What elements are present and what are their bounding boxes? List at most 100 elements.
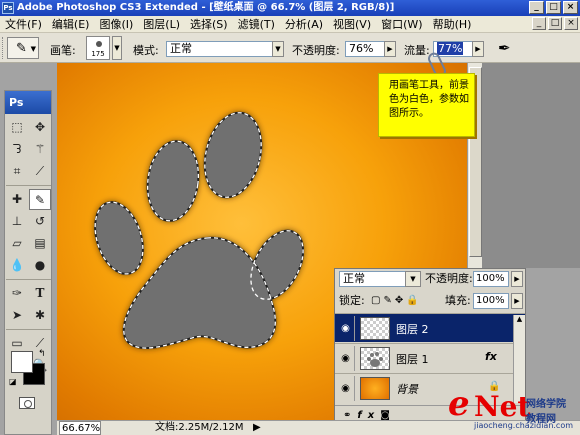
eyedropper-icon[interactable]: ⟋ — [29, 161, 51, 182]
brush-picker[interactable]: 175 — [86, 36, 110, 60]
layer-opacity-label: 不透明度: — [425, 272, 473, 285]
dodge-icon[interactable]: ● — [29, 255, 51, 276]
brush-tip-preview — [96, 41, 102, 47]
fx-icon[interactable]: fx — [485, 350, 497, 363]
instruction-text: 用画笔工具，前景色为白色，参数如图所示。 — [389, 80, 469, 119]
lock-icons[interactable]: ▢✎✥🔒 — [371, 293, 422, 309]
flow-slider-button[interactable]: ▶ — [472, 41, 484, 57]
layer-thumbnail — [360, 317, 390, 340]
shape-icon[interactable]: ✱ — [29, 305, 51, 326]
menu-bar: 文件(F) 编辑(E) 图像(I) 图层(L) 选择(S) 滤镜(T) 分析(A… — [0, 16, 580, 33]
menu-filter[interactable]: 滤镜(T) — [233, 16, 280, 33]
doc-close-button[interactable]: × — [564, 17, 578, 30]
options-grip[interactable] — [2, 37, 5, 59]
brush-dropdown-button[interactable]: ▼ — [112, 36, 122, 60]
minimize-button[interactable]: _ — [529, 1, 544, 14]
crop-icon[interactable]: ⌗ — [6, 161, 28, 182]
fill-label: 填充: — [445, 294, 471, 307]
eye-icon[interactable]: ◉ — [337, 316, 355, 341]
paw-toe-2 — [203, 111, 263, 199]
mode-select[interactable]: 正常 — [166, 41, 284, 57]
toolbox: Ps ⬚ ✥ ᘊ ⚚ ⌗ ⟋ ✚ ✎ ⊥ ↺ ▱ ▤ 💧 ● ✑ T ➤ ✱ ▭… — [4, 90, 52, 435]
opacity-label: 不透明度: — [292, 44, 340, 57]
blur-icon[interactable]: 💧 — [6, 255, 28, 276]
eraser-icon[interactable]: ▱ — [6, 233, 28, 254]
swap-colors-icon[interactable]: ↰ — [38, 349, 46, 359]
menu-edit[interactable]: 编辑(E) — [47, 16, 95, 33]
brush-tool-icon[interactable]: ✎ — [29, 189, 51, 210]
menu-file[interactable]: 文件(F) — [0, 16, 47, 33]
watermark-url: jiaocheng.chazidian.com — [474, 421, 574, 430]
mode-label: 模式: — [133, 44, 159, 57]
tool-preset-picker[interactable]: ✎ ▼ — [7, 37, 39, 59]
window-title: Adobe Photoshop CS3 Extended - [壁纸桌面 @ 6… — [17, 2, 395, 13]
menu-select[interactable]: 选择(S) — [185, 16, 233, 33]
opacity-field[interactable]: 76% — [345, 41, 385, 57]
doc-minimize-button[interactable]: _ — [532, 17, 546, 30]
layer-thumbnail — [360, 377, 390, 400]
fill-slider-button[interactable]: ▶ — [511, 293, 523, 309]
foreground-color-swatch[interactable] — [11, 351, 33, 373]
brush-size: 175 — [91, 50, 105, 58]
title-bar: Ps Adobe Photoshop CS3 Extended - [壁纸桌面 … — [0, 0, 580, 16]
stamp-icon[interactable]: ⊥ — [6, 211, 28, 232]
eye-icon[interactable]: ◉ — [337, 376, 355, 401]
watermark-e: e — [448, 384, 470, 424]
doc-restore-button[interactable]: □ — [548, 17, 562, 30]
type-icon[interactable]: T — [29, 283, 51, 304]
quick-mask-button[interactable] — [19, 397, 35, 409]
paw-toe-1 — [146, 140, 200, 222]
history-brush-icon[interactable]: ↺ — [29, 211, 51, 232]
layer-row[interactable]: ◉ 图层 1 fx — [335, 343, 525, 372]
options-bar: ✎ ▼ 画笔: 175 ▼ 模式: 正常 ▼ 不透明度: 76% ▶ 流量: 7… — [0, 33, 580, 63]
workspace-background — [482, 63, 580, 268]
watermark-net: Net — [474, 390, 531, 423]
magic-wand-icon[interactable]: ⚚ — [29, 139, 51, 160]
flow-label: 流量: — [404, 44, 430, 57]
mode-dropdown-button[interactable]: ▼ — [272, 41, 284, 57]
layer-name: 背景 — [396, 383, 418, 396]
app-icon: Ps — [2, 2, 14, 14]
instruction-note: 用画笔工具，前景色为白色，参数如图所示。 — [378, 73, 475, 137]
layer-name: 图层 1 — [396, 353, 429, 366]
brush-icon: ✎ — [16, 41, 27, 56]
eye-icon[interactable]: ◉ — [337, 346, 355, 371]
gradient-icon[interactable]: ▤ — [29, 233, 51, 254]
paw-thumb-icon — [367, 352, 383, 367]
layer-name: 图层 2 — [396, 323, 429, 336]
marquee-icon[interactable]: ⬚ — [6, 117, 28, 138]
zoom-field[interactable]: 66.67% — [59, 421, 101, 435]
paw-pad — [122, 236, 277, 349]
chevron-down-icon: ▼ — [30, 45, 36, 53]
menu-help[interactable]: 帮助(H) — [428, 16, 477, 33]
lock-label: 锁定: — [339, 294, 365, 307]
blend-mode-dropdown-button[interactable]: ▼ — [405, 271, 421, 287]
site-watermark: e Net 网络学院 教程网 jiaocheng.chazidian.com — [448, 384, 580, 435]
healing-icon[interactable]: ✚ — [6, 189, 28, 210]
default-colors-icon[interactable]: ◪ — [9, 377, 17, 386]
menu-analysis[interactable]: 分析(A) — [280, 16, 328, 33]
menu-view[interactable]: 视图(V) — [328, 16, 376, 33]
path-select-icon[interactable]: ➤ — [6, 305, 28, 326]
layer-opacity-field[interactable]: 100% — [473, 271, 509, 287]
menu-image[interactable]: 图像(I) — [94, 16, 138, 33]
menu-window[interactable]: 窗口(W) — [376, 16, 427, 33]
flow-value: 77% — [437, 42, 464, 55]
fill-field[interactable]: 100% — [473, 293, 509, 309]
pen-icon[interactable]: ✑ — [6, 283, 28, 304]
scroll-up-icon[interactable]: ▲ — [514, 315, 525, 326]
opacity-slider-button[interactable]: ▶ — [384, 41, 396, 57]
toolbox-header: Ps — [5, 91, 51, 114]
move-icon[interactable]: ✥ — [29, 117, 51, 138]
maximize-button[interactable]: □ — [546, 1, 561, 14]
close-button[interactable]: × — [563, 1, 578, 14]
airbrush-icon[interactable]: ✒ — [498, 39, 511, 57]
brush-label: 画笔: — [50, 44, 76, 57]
status-menu-icon[interactable]: ▶ — [253, 421, 261, 435]
layer-opacity-slider-button[interactable]: ▶ — [511, 271, 523, 287]
layer-row[interactable]: ◉ 图层 2 — [335, 313, 525, 342]
lasso-icon[interactable]: ᘊ — [6, 139, 28, 160]
menu-layer[interactable]: 图层(L) — [138, 16, 185, 33]
doc-info: 文档:2.25M/2.12M — [155, 422, 244, 433]
layer-thumbnail — [360, 347, 390, 370]
